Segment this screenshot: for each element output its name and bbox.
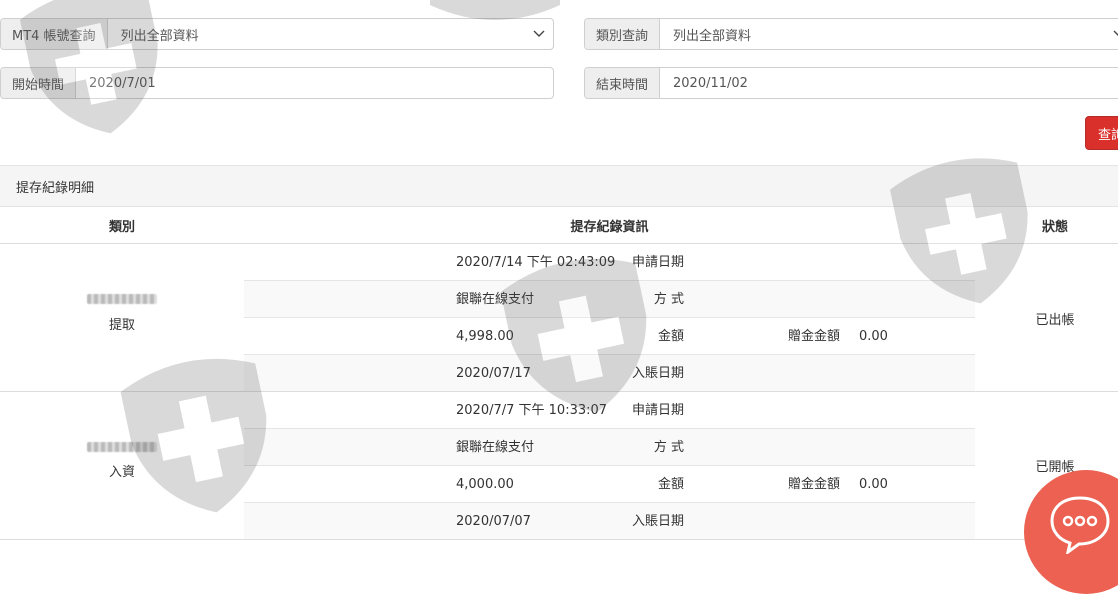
record-type: 提取 — [108, 318, 135, 333]
header-status: 狀態 — [1041, 219, 1068, 235]
start-date-label: 開始時間 — [1, 68, 77, 98]
amount-value: 4,998.00 — [456, 329, 514, 344]
end-date-label: 結束時間 — [585, 68, 661, 98]
post-date-value: 2020/07/17 — [456, 366, 531, 381]
bonus-value: 0.00 — [859, 329, 888, 344]
masked-account — [0, 441, 244, 456]
end-date-value: 2020/11/02 — [673, 75, 748, 91]
header-category: 類別 — [108, 219, 135, 235]
category-select[interactable]: 類別查詢 列出全部資料 — [584, 18, 1118, 50]
bonus-value: 0.00 — [859, 477, 888, 492]
category-value: 列出全部資料 — [673, 28, 752, 44]
category-label: 類別查詢 — [585, 19, 661, 49]
query-button[interactable]: 查詢 — [1085, 116, 1118, 150]
bonus-label: 贈金金額 — [788, 477, 841, 492]
apply-date-row: 申請日期 2020/7/7 下午 10:33:07 — [244, 392, 975, 429]
record-status: 已出帳 — [1035, 313, 1075, 328]
post-date-row: 入賬日期 2020/07/17 — [244, 355, 975, 392]
amount-value: 4,000.00 — [456, 477, 514, 492]
chevron-down-icon — [1105, 19, 1118, 49]
chevron-down-icon — [525, 19, 553, 49]
chat-bubble-icon — [1050, 496, 1110, 554]
panel-title: 提存紀錄明細 — [0, 165, 1118, 207]
amount-row: 金額 4,000.00 贈金金額 0.00 — [244, 466, 975, 503]
method-value: 銀聯在線支付 — [456, 292, 535, 307]
post-date-value: 2020/07/07 — [456, 514, 531, 529]
row-divider — [0, 539, 1118, 540]
header-info: 提存紀錄資訊 — [570, 219, 649, 235]
mt4-account-value: 列出全部資料 — [120, 28, 199, 44]
post-date-row: 入賬日期 2020/07/07 — [244, 503, 975, 540]
mt4-account-select[interactable]: MT4 帳號查詢 列出全部資料 — [0, 18, 554, 50]
record-type: 入資 — [108, 465, 135, 480]
method-row: 方 式 銀聯在線支付 — [244, 429, 975, 466]
apply-date-value: 2020/7/7 下午 10:33:07 — [456, 403, 608, 418]
chat-button[interactable] — [1024, 470, 1118, 594]
method-value: 銀聯在線支付 — [456, 440, 535, 455]
amount-row: 金額 4,998.00 贈金金額 0.00 — [244, 318, 975, 355]
mt4-account-label: MT4 帳號查詢 — [1, 19, 108, 49]
bonus-label: 贈金金額 — [788, 329, 841, 344]
method-row: 方 式 銀聯在線支付 — [244, 281, 975, 318]
start-date-input[interactable]: 開始時間 2020/7/01 — [0, 67, 554, 99]
apply-date-value: 2020/7/14 下午 02:43:09 — [456, 255, 616, 270]
apply-date-row: 申請日期 2020/7/14 下午 02:43:09 — [244, 244, 975, 281]
masked-account — [0, 293, 244, 308]
end-date-input[interactable]: 結束時間 2020/11/02 — [584, 67, 1118, 99]
table-header: 類別 提存紀錄資訊 狀態 — [0, 207, 1118, 244]
start-date-value: 2020/7/01 — [89, 75, 156, 91]
